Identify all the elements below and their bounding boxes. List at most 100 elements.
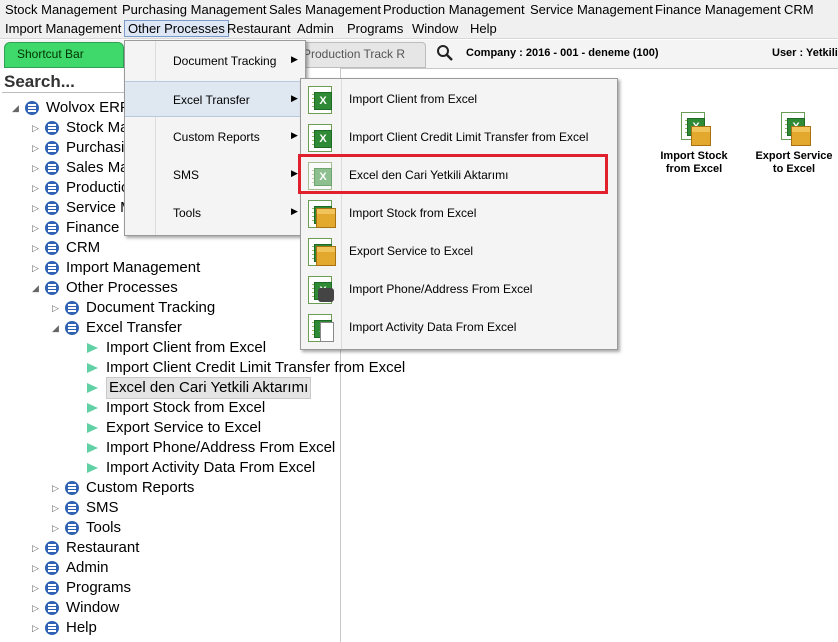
- tree-node[interactable]: Import Stock from Excel: [0, 398, 338, 418]
- tree-node[interactable]: ▷ Import Management: [0, 258, 338, 278]
- menu-item-label: Excel Transfer: [173, 93, 250, 107]
- menu-production-management[interactable]: Production Management: [383, 2, 525, 18]
- shortcut-export-service-line2: to Excel: [772, 163, 816, 175]
- menu-programs[interactable]: Programs: [347, 21, 403, 37]
- tree-node-label: Wolvox ERP: [46, 99, 130, 116]
- chevron-right-icon: ▶: [291, 206, 298, 216]
- tab-shortcut-bar[interactable]: Shortcut Bar: [4, 42, 124, 68]
- tree-node[interactable]: Import Phone/Address From Excel: [0, 438, 338, 458]
- tree-folder-icon: [65, 481, 79, 495]
- menu-sales-management[interactable]: Sales Management: [269, 2, 381, 18]
- tree-node-label: Custom Reports: [86, 479, 195, 496]
- collapse-arrow-icon[interactable]: ◢: [12, 98, 19, 118]
- shortcut-import-stock[interactable]: X Import Stock from Excel: [644, 110, 744, 176]
- tree-node[interactable]: ▷ Window: [0, 598, 338, 618]
- excel-import-icon: X: [306, 122, 336, 152]
- excel-phone-icon: X: [306, 274, 336, 304]
- collapse-arrow-icon[interactable]: ◢: [32, 278, 39, 298]
- menu-purchasing-management[interactable]: Purchasing Management: [122, 2, 267, 18]
- menu-import-management[interactable]: Import Management: [5, 21, 121, 37]
- expand-arrow-icon[interactable]: ▷: [32, 218, 39, 238]
- user-info: User : Yetkili: [772, 47, 838, 59]
- expand-arrow-icon[interactable]: ▷: [32, 138, 39, 158]
- submenu-import-client-credit-limit[interactable]: X Import Client Credit Limit Transfer fr…: [301, 118, 617, 156]
- tree-node[interactable]: Excel den Cari Yetkili Aktarımı: [0, 377, 338, 399]
- submenu-import-stock[interactable]: X Import Stock from Excel: [301, 194, 617, 232]
- menu-item-tools[interactable]: Tools ▶: [125, 195, 305, 231]
- menu-item-excel-transfer[interactable]: Excel Transfer ▶: [125, 81, 305, 117]
- tree-node[interactable]: Import Client Credit Limit Transfer from…: [0, 358, 405, 378]
- submenu-import-activity-data[interactable]: X Import Activity Data From Excel: [301, 308, 617, 346]
- menu-crm[interactable]: CRM: [784, 2, 814, 18]
- tree-node[interactable]: ▷ Document Tracking: [0, 298, 338, 318]
- chevron-right-icon: ▶: [291, 130, 298, 140]
- tree-node[interactable]: ▷ Help: [0, 618, 338, 638]
- menu-stock-management[interactable]: Stock Management: [5, 2, 117, 18]
- expand-arrow-icon[interactable]: ▷: [52, 298, 59, 318]
- tree-leaf-icon: [87, 403, 98, 413]
- tree-node[interactable]: ▷ Tools: [0, 518, 338, 538]
- excel-stock-icon: X: [306, 236, 336, 266]
- expand-arrow-icon[interactable]: ▷: [32, 538, 39, 558]
- tree-node-label: Excel den Cari Yetkili Aktarımı: [106, 377, 312, 399]
- menu-finance-management[interactable]: Finance Management: [655, 2, 781, 18]
- expand-arrow-icon[interactable]: ▷: [32, 198, 39, 218]
- expand-arrow-icon[interactable]: ▷: [32, 578, 39, 598]
- submenu-import-client[interactable]: X Import Client from Excel: [301, 80, 617, 118]
- tree-node-label: Excel Transfer: [86, 319, 182, 336]
- menu-item-sms[interactable]: SMS ▶: [125, 157, 305, 193]
- menu-item-label: Tools: [173, 206, 202, 220]
- chevron-right-icon: ▶: [291, 93, 298, 103]
- tree-node[interactable]: ▷ Programs: [0, 578, 338, 598]
- menu-item-document-tracking[interactable]: Document Tracking ▶: [125, 43, 305, 79]
- tree-node-label: Other Processes: [66, 279, 178, 296]
- menu-item-label: SMS: [173, 168, 200, 182]
- expand-arrow-icon[interactable]: ▷: [52, 498, 59, 518]
- tree-leaf-icon: [87, 463, 98, 473]
- shortcut-export-service[interactable]: X Export Service to Excel: [744, 110, 838, 176]
- tree-node[interactable]: ▷ Custom Reports: [0, 478, 338, 498]
- expand-arrow-icon[interactable]: ▷: [52, 518, 59, 538]
- menu-window[interactable]: Window: [412, 21, 458, 37]
- tree-node[interactable]: Import Client from Excel: [0, 338, 338, 358]
- menu-item-custom-reports[interactable]: Custom Reports ▶: [125, 119, 305, 155]
- search-icon[interactable]: [436, 44, 454, 62]
- tree-node[interactable]: ▷ CRM: [0, 238, 338, 258]
- expand-arrow-icon[interactable]: ▷: [32, 178, 39, 198]
- expand-arrow-icon[interactable]: ▷: [32, 258, 39, 278]
- submenu-export-service[interactable]: X Export Service to Excel: [301, 232, 617, 270]
- chevron-right-icon: ▶: [291, 54, 298, 64]
- menu-other-processes[interactable]: Other Processes: [124, 20, 229, 37]
- expand-arrow-icon[interactable]: ▷: [32, 158, 39, 178]
- expand-arrow-icon[interactable]: ▷: [32, 598, 39, 618]
- menu-item-label: Document Tracking: [173, 54, 277, 68]
- expand-arrow-icon[interactable]: ▷: [32, 118, 39, 138]
- expand-arrow-icon[interactable]: ▷: [32, 618, 39, 638]
- tree-node-label: Tools: [86, 519, 122, 536]
- tree-folder-icon: [45, 141, 59, 155]
- tree-node[interactable]: ◢ Other Processes: [0, 278, 338, 298]
- tree-node[interactable]: ◢ Excel Transfer: [0, 318, 338, 338]
- tree-node[interactable]: Import Activity Data From Excel: [0, 458, 338, 478]
- submenu-import-phone-address[interactable]: X Import Phone/Address From Excel: [301, 270, 617, 308]
- tree-node-label: Stock Ma: [66, 119, 129, 136]
- tab-production-track[interactable]: Production Track R: [298, 42, 426, 68]
- collapse-arrow-icon[interactable]: ◢: [52, 318, 59, 338]
- tab-shortcut-bar-label: Shortcut Bar: [17, 47, 84, 61]
- menu-service-management[interactable]: Service Management: [530, 2, 653, 18]
- tree-node[interactable]: Export Service to Excel: [0, 418, 338, 438]
- menu-restaurant[interactable]: Restaurant: [227, 21, 291, 37]
- tree-node[interactable]: ▷ SMS: [0, 498, 338, 518]
- tree-node-label: Document Tracking: [86, 299, 216, 316]
- tree-node-label: CRM: [66, 239, 101, 256]
- menu-admin[interactable]: Admin: [297, 21, 334, 37]
- expand-arrow-icon[interactable]: ▷: [32, 558, 39, 578]
- menu-item-label: Custom Reports: [173, 130, 260, 144]
- expand-arrow-icon[interactable]: ▷: [52, 478, 59, 498]
- expand-arrow-icon[interactable]: ▷: [32, 238, 39, 258]
- excel-stock-icon: X: [677, 110, 711, 150]
- tree-node[interactable]: ▷ Admin: [0, 558, 338, 578]
- menu-help[interactable]: Help: [470, 21, 497, 37]
- tree-leaf-icon: [87, 363, 98, 373]
- tree-node[interactable]: ▷ Restaurant: [0, 538, 338, 558]
